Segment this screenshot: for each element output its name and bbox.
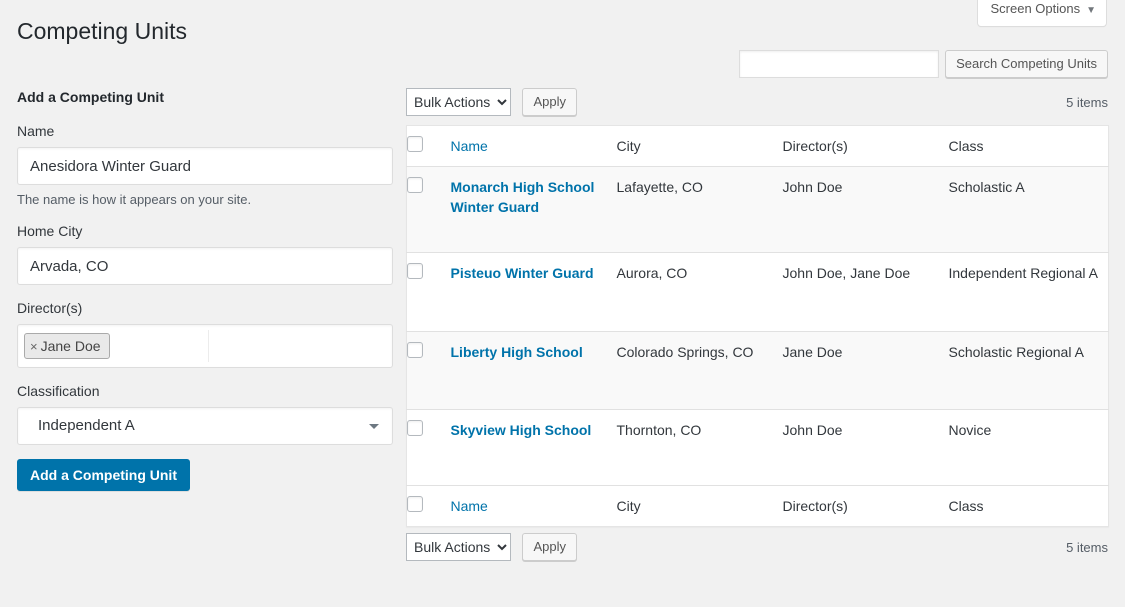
row-checkbox[interactable] <box>407 342 423 358</box>
row-select-cell <box>406 166 451 253</box>
row-checkbox[interactable] <box>407 263 423 279</box>
select-all-footer <box>406 485 451 527</box>
classification-selected-value[interactable]: Independent A <box>17 407 393 445</box>
field-classification: Classification Independent A <box>17 382 393 445</box>
row-city-cell: Aurora, CO <box>616 252 783 332</box>
table-header-row: Name City Director(s) Class <box>406 125 1109 167</box>
row-directors-cell: John Doe <box>782 166 949 253</box>
row-checkbox[interactable] <box>407 177 423 193</box>
column-footer-class: Class <box>948 485 1109 527</box>
add-competing-unit-form: Add a Competing Unit Name The name is ho… <box>17 88 393 491</box>
row-checkbox[interactable] <box>407 420 423 436</box>
table-row: Liberty High School Colorado Springs, CO… <box>406 331 1109 410</box>
close-icon[interactable]: × <box>30 340 38 353</box>
competing-units-table: Name City Director(s) Class Monarch High… <box>406 125 1109 527</box>
row-directors-cell: John Doe <box>782 422 843 438</box>
search-submit-button[interactable]: Search Competing Units <box>945 50 1108 78</box>
row-class-cell: Novice <box>948 422 992 438</box>
row-city-cell: Thornton, CO <box>616 422 702 438</box>
column-footer-name: Name <box>450 485 617 527</box>
chevron-down-icon: ▼ <box>1086 5 1096 16</box>
page-title: Competing Units <box>17 18 188 44</box>
row-select-cell <box>406 252 451 332</box>
row-select-cell <box>407 410 451 486</box>
bulk-actions-select-bottom[interactable]: Bulk Actions <box>406 533 511 561</box>
table-row: Skyview High School Thornton, CO John Do… <box>406 409 1109 486</box>
items-count-bottom: 5 items <box>1066 540 1108 555</box>
table-footer-row: Name City Director(s) Class <box>406 485 1109 527</box>
row-name-cell: Monarch High School Winter Guard <box>450 166 617 253</box>
select-all-header <box>406 125 451 167</box>
search-box: Search Competing Units <box>739 50 1108 78</box>
field-directors: Director(s) × Jane Doe <box>17 299 393 368</box>
column-footer-city: City <box>616 485 783 527</box>
row-title-link[interactable]: Liberty High School <box>451 344 583 360</box>
search-input[interactable] <box>739 50 940 78</box>
sort-by-name-link-bottom[interactable]: Name <box>451 498 488 514</box>
column-header-directors: Director(s) <box>782 125 949 167</box>
directors-label: Director(s) <box>17 300 83 316</box>
row-select-cell <box>406 331 451 410</box>
select-all-checkbox-top[interactable] <box>407 136 423 152</box>
row-name-cell: Liberty High School <box>450 331 617 410</box>
row-directors-cell: Jane Doe <box>782 331 949 410</box>
classification-label: Classification <box>17 383 100 399</box>
row-directors-cell: John Doe, Jane Doe <box>782 252 949 332</box>
admin-page: Screen Options ▼ Competing Units Search C… <box>0 0 1125 607</box>
column-footer-directors: Director(s) <box>782 485 949 527</box>
column-header-city: City <box>616 125 783 167</box>
items-count-top: 5 items <box>1066 95 1108 110</box>
row-name-cell: Pisteuo Winter Guard <box>450 252 617 332</box>
director-token-label: Jane Doe <box>40 338 101 354</box>
row-city-cell: Lafayette, CO <box>616 166 783 253</box>
name-input[interactable] <box>17 147 393 185</box>
row-name-cell: Skyview High School <box>451 410 617 486</box>
name-label: Name <box>17 123 55 139</box>
row-class-cell: Independent Regional A <box>948 252 1109 332</box>
apply-button-bottom[interactable]: Apply <box>522 533 577 561</box>
table-row: Pisteuo Winter Guard Aurora, CO John Doe… <box>406 252 1109 332</box>
column-header-class: Class <box>948 125 1109 167</box>
row-title-link[interactable]: Monarch High School Winter Guard <box>451 179 595 215</box>
row-class-cell: Scholastic A <box>948 166 1109 253</box>
name-help-text: The name is how it appears on your site. <box>17 192 252 207</box>
director-token[interactable]: × Jane Doe <box>24 333 110 359</box>
tablenav-bottom: Bulk Actions Apply 5 items <box>406 533 1108 563</box>
row-title-link[interactable]: Skyview High School <box>451 422 592 438</box>
field-name: Name The name is how it appears on your … <box>17 122 393 208</box>
competing-units-list: Bulk Actions Apply 5 items Name City Dir… <box>406 88 1109 563</box>
sort-by-name-link[interactable]: Name <box>451 138 488 154</box>
apply-button-top[interactable]: Apply <box>522 88 577 116</box>
add-competing-unit-button[interactable]: Add a Competing Unit <box>17 459 190 491</box>
row-class-cell: Scholastic Regional A <box>948 331 1109 410</box>
field-home-city: Home City <box>17 222 393 285</box>
classification-select[interactable]: Independent A <box>17 407 393 445</box>
bulk-actions-select-top[interactable]: Bulk Actions <box>406 88 511 116</box>
column-header-name: Name <box>450 125 617 167</box>
form-heading: Add a Competing Unit <box>17 89 164 105</box>
screen-options-label: Screen Options <box>990 1 1081 16</box>
home-city-input[interactable] <box>17 247 393 285</box>
row-city-cell: Colorado Springs, CO <box>616 331 783 410</box>
home-city-label: Home City <box>17 223 83 239</box>
screen-options-toggle[interactable]: Screen Options ▼ <box>977 0 1107 27</box>
directors-token-input[interactable]: × Jane Doe <box>17 324 393 368</box>
select-all-checkbox-bottom[interactable] <box>407 496 423 512</box>
table-row: Monarch High School Winter Guard Lafayet… <box>406 166 1109 253</box>
row-title-link[interactable]: Pisteuo Winter Guard <box>451 265 594 281</box>
tablenav-top: Bulk Actions Apply 5 items <box>406 88 1108 118</box>
